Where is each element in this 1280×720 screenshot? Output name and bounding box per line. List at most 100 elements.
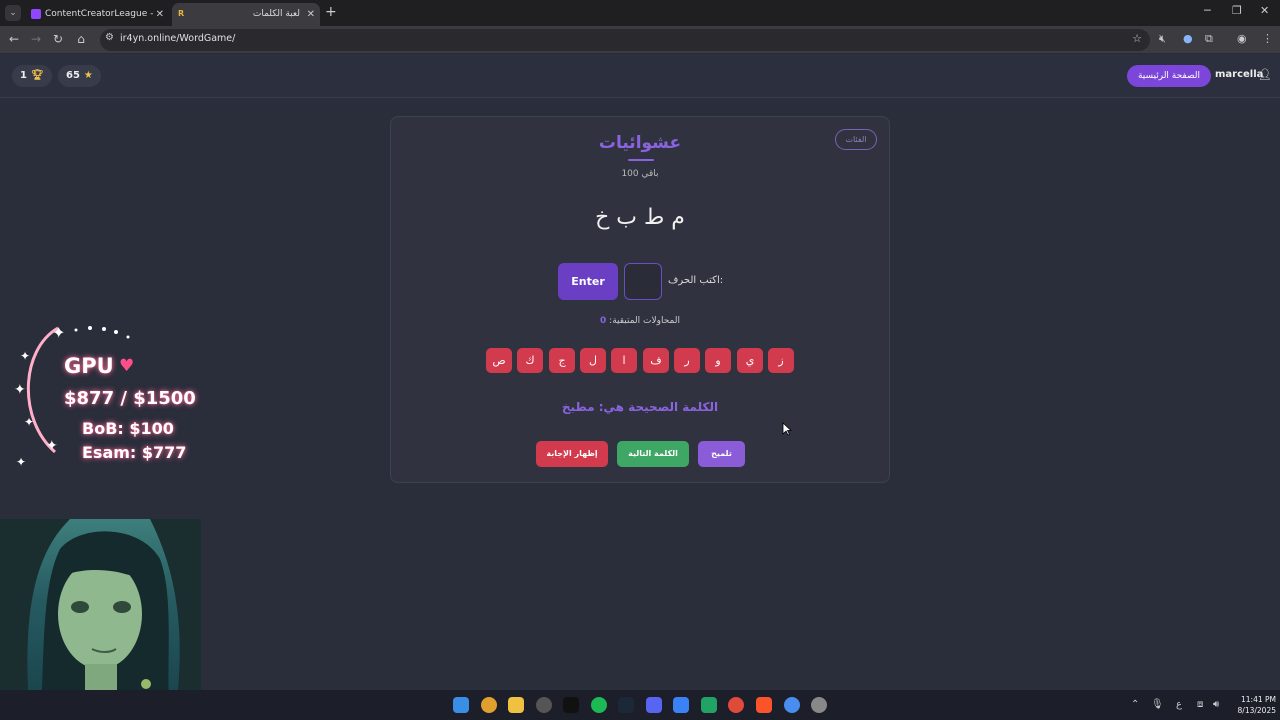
microphone-icon[interactable]: 🎙︎ bbox=[1151, 699, 1164, 710]
address-bar: ← → ↻ ⌂ ⚙ ir4yn.online/WordGame/ ☆ 🔇︎ ● … bbox=[0, 26, 1280, 54]
keyboard-language[interactable]: ع bbox=[1176, 699, 1182, 710]
trophy-counter: 1 🏆︎ bbox=[12, 65, 52, 87]
clock-date: 8/13/2025 bbox=[1237, 706, 1276, 715]
tab-search-icon[interactable]: ⌄ bbox=[5, 5, 21, 21]
maximize-icon[interactable]: ❐ bbox=[1232, 4, 1242, 17]
star-counter: 65 ★ bbox=[58, 65, 101, 87]
close-icon[interactable]: ✕ bbox=[156, 3, 164, 26]
svg-text:✦: ✦ bbox=[14, 382, 26, 398]
gpu-goal-amount: $877 / $1500 bbox=[64, 388, 196, 409]
svg-text:✦: ✦ bbox=[46, 438, 58, 454]
extension-icon[interactable]: ● bbox=[1183, 32, 1193, 45]
word-game-card: الفئات عشوائيات باقي 100 م ط ب خ Enter ا… bbox=[390, 116, 890, 483]
guessed-letters: ص ك ج ل ا ف ر و ي ز bbox=[486, 348, 796, 374]
tiktok-icon[interactable] bbox=[563, 697, 579, 713]
letter-tile[interactable]: ز bbox=[768, 348, 794, 373]
mute-icon[interactable]: 🔇︎ bbox=[1159, 32, 1166, 46]
twitch-icon bbox=[31, 9, 41, 19]
steam-icon[interactable] bbox=[618, 697, 634, 713]
site-favicon-icon: R bbox=[178, 9, 188, 19]
reload-icon[interactable]: ↻ bbox=[50, 32, 66, 46]
letter-tile[interactable]: ي bbox=[737, 348, 763, 373]
extensions-puzzle-icon[interactable]: ⧉ bbox=[1205, 32, 1213, 46]
letter-tile[interactable]: و bbox=[705, 348, 731, 373]
clock-time: 11:41 PM bbox=[1241, 695, 1276, 704]
heart-icon: ♥ bbox=[119, 356, 135, 376]
excel-icon[interactable] bbox=[701, 697, 717, 713]
tab-title: لعبة الكلمات bbox=[252, 9, 300, 19]
tab-wordgame[interactable]: R لعبة الكلمات ✕ bbox=[172, 3, 320, 26]
star-icon: ★ bbox=[83, 70, 93, 81]
settings-icon[interactable] bbox=[811, 697, 827, 713]
letter-tile[interactable]: ر bbox=[674, 348, 700, 373]
guess-row: Enter اكتب الحرف: bbox=[391, 263, 889, 301]
svg-text:✦: ✦ bbox=[16, 455, 26, 469]
donation-goal-overlay: ✦ ✦ ✦ ✦ ✦ ✦ GPU ♥ $877 / $1500 BoB: $100… bbox=[0, 310, 200, 470]
trophy-icon: 🏆︎ bbox=[30, 70, 44, 81]
scrambled-word: م ط ب خ bbox=[595, 205, 685, 230]
reveal-answer-button[interactable]: إظهار الإجابة bbox=[536, 441, 608, 467]
tray-chevron-icon[interactable]: ⌃ bbox=[1131, 699, 1139, 710]
letter-tile[interactable]: ج bbox=[549, 348, 575, 373]
letter-tile[interactable]: ل bbox=[580, 348, 606, 373]
username[interactable]: marcella bbox=[1215, 69, 1263, 80]
app-icon[interactable] bbox=[728, 697, 744, 713]
spotify-icon[interactable] bbox=[591, 697, 607, 713]
profile-icon[interactable]: ◉ bbox=[1237, 32, 1247, 45]
letter-tile[interactable]: ص bbox=[486, 348, 512, 373]
home-icon[interactable]: ⌂ bbox=[73, 32, 89, 46]
attempts-count: 0 bbox=[600, 316, 607, 326]
chrome-active-icon[interactable] bbox=[784, 697, 800, 713]
app-header: 1 🏆︎ 65 ★ الصفحة الرئيسية marcella 👤︎ bbox=[0, 54, 1280, 98]
more-menu-icon[interactable]: ⋮ bbox=[1262, 32, 1273, 45]
star-count: 65 bbox=[66, 70, 80, 81]
remaining-words: باقي 100 bbox=[621, 169, 659, 179]
volume-icon[interactable]: 🔊︎ bbox=[1213, 699, 1219, 710]
svg-text:✦: ✦ bbox=[20, 349, 30, 363]
gpu-label: GPU bbox=[64, 354, 114, 378]
new-tab-button[interactable]: + bbox=[325, 4, 337, 20]
obs-icon[interactable] bbox=[536, 697, 552, 713]
home-button[interactable]: الصفحة الرئيسية bbox=[1127, 65, 1211, 87]
letter-input[interactable] bbox=[624, 263, 662, 300]
svg-text:✦: ✦ bbox=[24, 415, 34, 429]
trophy-count: 1 bbox=[20, 70, 27, 81]
title-underline bbox=[628, 159, 654, 161]
url-text: ir4yn.online/WordGame/ bbox=[120, 33, 236, 44]
forward-icon[interactable]: → bbox=[28, 32, 44, 46]
tab-title: ContentCreatorLeague - Twitch bbox=[45, 9, 153, 19]
app-icon[interactable] bbox=[673, 697, 689, 713]
window-close-icon[interactable]: ✕ bbox=[1260, 4, 1269, 17]
file-explorer-icon[interactable] bbox=[508, 697, 524, 713]
mouse-cursor-icon bbox=[782, 422, 792, 436]
attempts-label: المحاولات المتبقية: bbox=[609, 316, 680, 326]
letter-input-label: اكتب الحرف: bbox=[668, 275, 724, 286]
next-word-button[interactable]: الكلمة التالية bbox=[617, 441, 689, 467]
svg-text:✦: ✦ bbox=[52, 323, 65, 342]
hint-button[interactable]: تلميح bbox=[698, 441, 745, 467]
close-icon[interactable]: ✕ bbox=[307, 3, 315, 26]
bookmark-star-icon[interactable]: ☆ bbox=[1132, 32, 1142, 45]
letter-tile[interactable]: ا bbox=[611, 348, 637, 373]
chrome-icon[interactable] bbox=[481, 697, 497, 713]
tab-twitch[interactable]: ContentCreatorLeague - Twitch ✕ bbox=[25, 3, 169, 26]
url-field[interactable]: ⚙ ir4yn.online/WordGame/ ☆ bbox=[100, 29, 1150, 51]
attempts-remaining: المحاولات المتبقية: 0 bbox=[391, 316, 889, 326]
letter-tile[interactable]: ك bbox=[517, 348, 543, 373]
donor-esam: Esam: $777 bbox=[82, 443, 187, 462]
category-title: عشوائيات bbox=[598, 133, 682, 153]
network-icon[interactable]: ⧈ bbox=[1197, 699, 1203, 710]
enter-button[interactable]: Enter bbox=[558, 263, 618, 300]
minimize-icon[interactable]: ─ bbox=[1204, 4, 1211, 17]
windows-start-icon[interactable] bbox=[453, 697, 469, 713]
back-icon[interactable]: ← bbox=[6, 32, 22, 46]
taskbar: ⌃ 🎙︎ ع ⧈ 🔊︎ 11:41 PM 8/13/2025 bbox=[0, 690, 1280, 720]
letter-tile[interactable]: ف bbox=[643, 348, 669, 373]
system-clock[interactable]: 11:41 PM 8/13/2025 bbox=[1228, 694, 1276, 716]
brave-icon[interactable] bbox=[756, 697, 772, 713]
donor-bob: BoB: $100 bbox=[82, 419, 174, 438]
browser-tab-bar: ⌄ ContentCreatorLeague - Twitch ✕ R لعبة… bbox=[0, 0, 1280, 26]
discord-icon[interactable] bbox=[646, 697, 662, 713]
site-info-icon[interactable]: ⚙ bbox=[105, 32, 114, 43]
user-icon[interactable]: 👤︎ bbox=[1258, 68, 1272, 81]
